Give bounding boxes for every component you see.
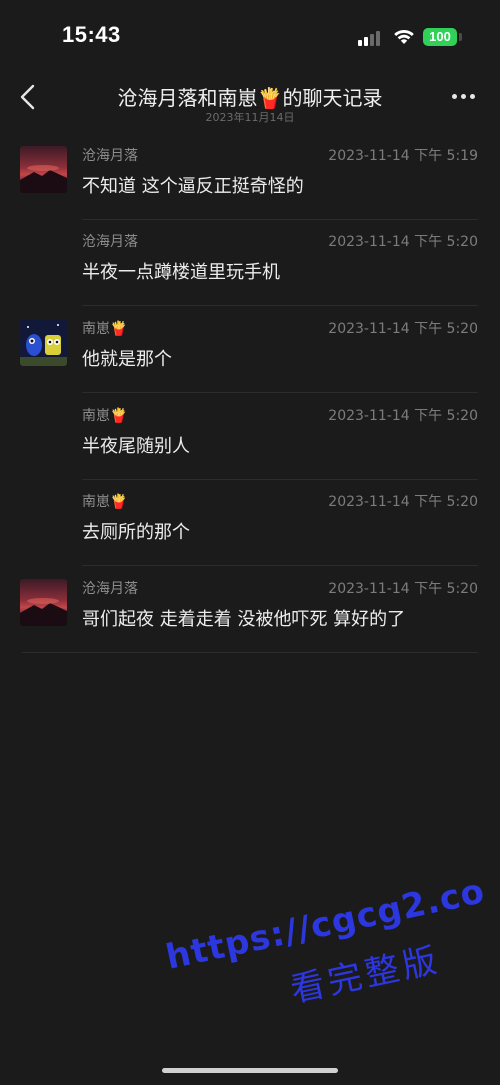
status-bar: 15:43 100	[0, 0, 500, 70]
sender-name: 南崽🍟	[82, 494, 128, 510]
signal-icon	[358, 30, 384, 46]
divider	[82, 565, 478, 566]
cartoon-avatar[interactable]	[20, 319, 67, 366]
message-time: 2023-11-14 下午 5:20	[328, 494, 478, 510]
message-text: 半夜一点蹲楼道里玩手机	[82, 262, 280, 283]
sender-name: 南崽🍟	[82, 408, 128, 424]
message-text: 哥们起夜 走着走着 没被他吓死 算好的了	[82, 609, 406, 630]
more-icon[interactable]	[448, 88, 480, 106]
message-sender: 沧海月落	[82, 581, 138, 597]
message-item[interactable]: 沧海月落 2023-11-14 下午 5:20 哥们起夜 走着走着 没被他吓死 …	[0, 567, 500, 653]
message-text: 半夜尾随别人	[82, 436, 190, 457]
watermark-url: https://cgcg2.co	[162, 871, 489, 978]
message-item[interactable]: 南崽🍟 2023-11-14 下午 5:20 半夜尾随别人	[0, 394, 500, 480]
message-sender: 沧海月落	[82, 148, 138, 164]
message-text: 去厕所的那个	[82, 522, 190, 543]
message-text: 他就是那个	[82, 349, 172, 370]
back-icon[interactable]	[14, 80, 44, 114]
message-item[interactable]: 沧海月落 2023-11-14 下午 5:20 半夜一点蹲楼道里玩手机	[0, 220, 500, 306]
message-sender: 南崽🍟	[82, 491, 127, 511]
status-time: 15:43	[62, 22, 121, 47]
message-sender: 南崽🍟	[82, 405, 127, 425]
message-text: 不知道 这个逼反正挺奇怪的	[82, 176, 304, 197]
battery-icon: 100	[423, 28, 457, 46]
watermark: https://cgcg2.co 看完整版	[150, 809, 500, 1036]
page-subtitle: 2023年11月14日	[205, 111, 295, 124]
message-time: 2023-11-14 下午 5:20	[328, 581, 478, 597]
message-sender: 南崽🍟	[82, 318, 127, 338]
message-time: 2023-11-14 下午 5:20	[328, 408, 478, 424]
battery-tip	[459, 33, 462, 41]
sunset-avatar[interactable]	[20, 579, 67, 626]
divider	[22, 652, 478, 653]
message-item[interactable]: 沧海月落 2023-11-14 下午 5:19 不知道 这个逼反正挺奇怪的	[0, 134, 500, 220]
home-indicator[interactable]	[162, 1068, 338, 1073]
message-item[interactable]: 南崽🍟 2023-11-14 下午 5:20 他就是那个	[0, 307, 500, 393]
message-time: 2023-11-14 下午 5:19	[328, 148, 478, 164]
message-time: 2023-11-14 下午 5:20	[328, 234, 478, 250]
sunset-avatar[interactable]	[20, 146, 67, 193]
wifi-icon	[394, 29, 414, 44]
divider	[82, 392, 478, 393]
divider	[82, 305, 478, 306]
watermark-text: 看完整版	[287, 939, 445, 1011]
sender-name: 南崽🍟	[82, 321, 128, 337]
message-time: 2023-11-14 下午 5:20	[328, 321, 478, 337]
page-title: 沧海月落和南崽🍟的聊天记录	[117, 86, 383, 110]
message-item[interactable]: 南崽🍟 2023-11-14 下午 5:20 去厕所的那个	[0, 480, 500, 566]
nav-bar: 沧海月落和南崽🍟的聊天记录 2023年11月14日	[0, 70, 500, 130]
message-sender: 沧海月落	[82, 234, 138, 250]
